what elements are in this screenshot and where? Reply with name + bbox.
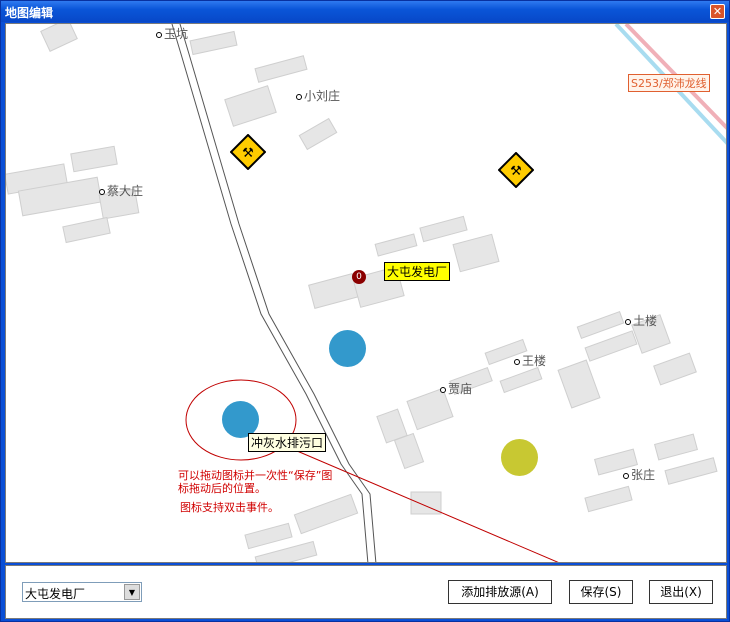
map-background [6,24,726,562]
yellow-marker[interactable] [501,439,538,476]
building [452,233,500,273]
road-label: S253/郑沛龙线 [628,74,710,92]
place-label: 玉坑 [156,25,188,42]
building [298,117,338,151]
close-icon[interactable]: ✕ [710,4,725,19]
building [244,522,293,550]
building [653,433,699,461]
building [308,272,359,310]
window-title: 地图编辑 [5,6,54,20]
building [393,432,425,470]
source-select-value: 大屯发电厂 [25,587,86,601]
source-select[interactable]: 大屯发电厂 ▼ [22,582,142,602]
exit-button[interactable]: 退出(X) [649,580,713,604]
building [584,485,633,513]
svg-text:⚒: ⚒ [242,146,254,161]
save-button[interactable]: 保存(S) [569,580,633,604]
building [584,330,638,362]
title-bar[interactable]: 地图编辑 ✕ [1,1,729,22]
building [254,55,308,83]
svg-text:⚒: ⚒ [510,164,522,179]
outlet-label: 冲灰水排污口 [248,433,327,452]
drag-hint-note: 可以拖动图标并一次性“保存”图标拖动后的位置。 [178,469,333,495]
building [653,352,697,386]
building [419,215,468,243]
place-label: 贾庙 [440,380,472,397]
map-canvas[interactable]: 玉坑 小刘庄 蔡大庄 土楼 王楼 贾庙 张庄 S253/郑沛龙线 ⚒ ⚒ 0 大… [5,23,727,563]
building [62,216,111,244]
place-label: 蔡大庄 [99,182,143,199]
place-label: 小刘庄 [296,87,340,104]
place-label: 王楼 [514,352,546,369]
construction-sign-icon[interactable]: ⚒ [498,152,534,188]
building [557,359,601,409]
building [189,30,238,56]
map-edit-window: 地图编辑 ✕ 玉坑 小刘庄 蔡大庄 土楼 王楼 贾庙 张庄 S253/郑沛龙线 … [0,0,730,622]
blue-marker[interactable] [329,330,366,367]
building [664,457,718,485]
building [40,24,78,52]
add-source-button[interactable]: 添加排放源(A) [448,580,552,604]
bottom-panel: 大屯发电厂 ▼ 添加排放源(A) 保存(S) 退出(X) [5,565,727,619]
power-plant-marker[interactable]: 0 [352,270,366,284]
place-label: 张庄 [623,466,655,483]
building [576,311,625,339]
building [224,85,277,127]
building [70,145,118,173]
double-click-note: 图标支持双击事件。 [180,501,279,514]
building [499,366,543,394]
building [374,233,418,257]
building [293,493,359,535]
power-plant-label: 大屯发电厂 [384,262,451,281]
chevron-down-icon[interactable]: ▼ [124,584,140,600]
construction-sign-icon[interactable]: ⚒ [230,134,266,170]
place-label: 土楼 [625,312,657,329]
